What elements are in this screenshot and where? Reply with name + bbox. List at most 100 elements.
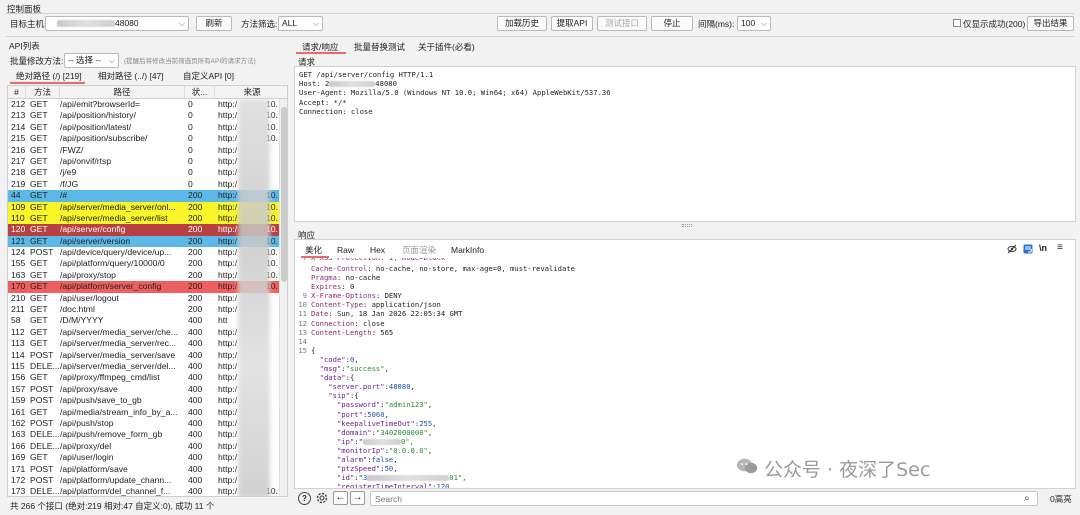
api-table: # 方法 路径 状... 来源 212 GET/api/emit?browserI… [7, 85, 288, 497]
wrap-icon[interactable] [1023, 244, 1033, 254]
row-method: GET [30, 224, 48, 235]
chevron-down-icon: ⌵ [312, 19, 319, 28]
response-line: "keepaliveTimeOut":255, [336, 418, 437, 428]
row-method: GET [30, 110, 48, 121]
row-path: /api/emit?browserId= [60, 99, 141, 109]
tab-markinfo[interactable]: MarkInfo [451, 244, 484, 256]
tab-about-plugin[interactable]: 关于插件(必看) [418, 41, 475, 53]
column-header-status[interactable]: 状... [185, 86, 215, 98]
row-path: /f/JG [60, 178, 79, 189]
row-path: /api/proxy/stop [60, 269, 116, 280]
response-line: "id":"3 01", [336, 473, 467, 483]
hide-eye-icon[interactable] [1007, 244, 1017, 254]
response-line: Cache-Control: no-cache, no-store, max-a… [311, 264, 575, 273]
response-line: "ip":" 0", [336, 436, 414, 446]
row-status: 400 [188, 372, 203, 383]
tab-hex[interactable]: Hex [370, 244, 385, 256]
export-button[interactable]: 导出结果 [1027, 16, 1074, 31]
row-path: /api/server/media_server/onl... [60, 201, 176, 212]
tab-raw[interactable]: Raw [337, 244, 354, 256]
request-editor[interactable]: GET /api/server/config HTTP/1.1 Host: 2 48… [294, 66, 1076, 222]
redacted-host [329, 81, 376, 88]
row-method: POST [30, 395, 54, 406]
splitter-handle[interactable] [682, 224, 692, 227]
row-path: /api/platform/server_config [60, 281, 162, 292]
redacted-id [367, 475, 450, 482]
row-path: /api/user/login [60, 452, 114, 463]
row-method: GET [30, 258, 48, 269]
row-status: 400 [188, 360, 203, 371]
toolbar-divider [6, 36, 1074, 37]
target-host-select[interactable]: 48080 ⌵ [45, 16, 189, 31]
row-status: 0 [188, 167, 193, 178]
row-status: 400 [188, 440, 203, 451]
help-icon[interactable]: ? [298, 492, 311, 505]
row-method: POST [30, 463, 54, 474]
row-method: DELE... [30, 360, 60, 371]
row-status: 400 [188, 417, 203, 428]
newline-icon[interactable]: \n [1039, 243, 1047, 253]
response-line: Pragma: no-cache [311, 273, 381, 283]
row-path: /api/server/media_server/rec... [60, 338, 177, 349]
row-method: GET [30, 235, 48, 246]
row-status: 200 [188, 212, 203, 223]
stop-button[interactable]: 停止 [651, 16, 693, 31]
scrollbar-thumb[interactable] [281, 107, 287, 282]
row-status: 0 [188, 121, 193, 132]
arrow-left-icon[interactable]: ← [333, 491, 348, 505]
tab-custom-api[interactable]: 自定义API [0] [183, 70, 234, 82]
tab-batch-replace[interactable]: 批量替换测试 [354, 41, 405, 53]
row-path: /doc.html [60, 304, 95, 315]
batch-method-select[interactable]: -- 选择 -- ⌵ [64, 53, 119, 68]
interval-label: 间隔(ms): [698, 19, 735, 29]
extract-api-button[interactable]: 提取API [551, 16, 593, 31]
row-status: 200 [188, 269, 203, 280]
test-interface-button[interactable]: 测试接口 [597, 16, 647, 31]
row-method: GET [30, 281, 48, 292]
row-status: 400 [188, 486, 203, 497]
load-history-button[interactable]: 加载历史 [497, 16, 547, 31]
row-method: GET [30, 326, 48, 337]
tab-pretty[interactable]: 美化 [305, 244, 322, 256]
only-success-label: 仅显示成功(200) [963, 19, 1026, 29]
search-input[interactable] [370, 491, 1038, 506]
method-filter-select[interactable]: ALL ⌵ [278, 16, 323, 31]
column-header-path[interactable]: 路径 [60, 86, 185, 98]
row-status: 400 [188, 315, 203, 326]
response-line: 15{ [298, 345, 316, 355]
arrow-right-icon[interactable]: → [350, 491, 365, 505]
table-scrollbar[interactable] [279, 99, 287, 496]
column-header-num[interactable]: # [8, 86, 26, 98]
gear-icon[interactable] [315, 491, 329, 505]
row-status: 200 [188, 224, 203, 235]
row-method: GET [30, 155, 48, 166]
row-method: GET [30, 338, 48, 349]
api-list-title: API列表 [9, 41, 40, 51]
row-method: GET [30, 292, 48, 303]
refresh-button[interactable]: 刷新 [196, 16, 232, 31]
api-status-bar: 共 266 个接口 (绝对:219 相对:47 自定义:0), 成功 11 个 [10, 501, 215, 511]
row-status: 400 [188, 383, 203, 394]
row-status: 200 [188, 304, 203, 315]
tab-absolute-path[interactable]: 绝对路径 (/) [219] [16, 70, 82, 82]
row-method: GET [30, 190, 48, 201]
column-header-method[interactable]: 方法 [26, 86, 60, 98]
active-tab-underline [296, 52, 346, 54]
only-success-checkbox[interactable] [953, 19, 961, 27]
row-method: DELE... [30, 440, 60, 451]
interval-value: 100 [741, 18, 756, 28]
tab-page-render[interactable]: 页面渲染 [402, 244, 436, 256]
column-header-source[interactable]: 来源 [215, 86, 287, 98]
response-panel: 美化 Raw Hex 页面渲染 MarkInfo \n ≡ 7X-XSS-Pro… [294, 239, 1076, 489]
search-icon[interactable]: ⌕ [1024, 493, 1030, 504]
response-line: "sip":{ [328, 391, 359, 401]
row-status: 400 [188, 349, 203, 360]
target-host-label: 目标主机: [10, 19, 47, 29]
response-line: 13 Content-Length: 565 [298, 327, 394, 337]
row-method: GET [30, 144, 48, 155]
row-path: /j/e9 [60, 167, 77, 178]
row-status: 400 [188, 395, 203, 406]
interval-spinner[interactable]: 100 ⌵ [737, 16, 771, 31]
tab-relative-path[interactable]: 相对路径 (../) [47] [98, 70, 164, 82]
menu-icon[interactable]: ≡ [1057, 242, 1063, 253]
